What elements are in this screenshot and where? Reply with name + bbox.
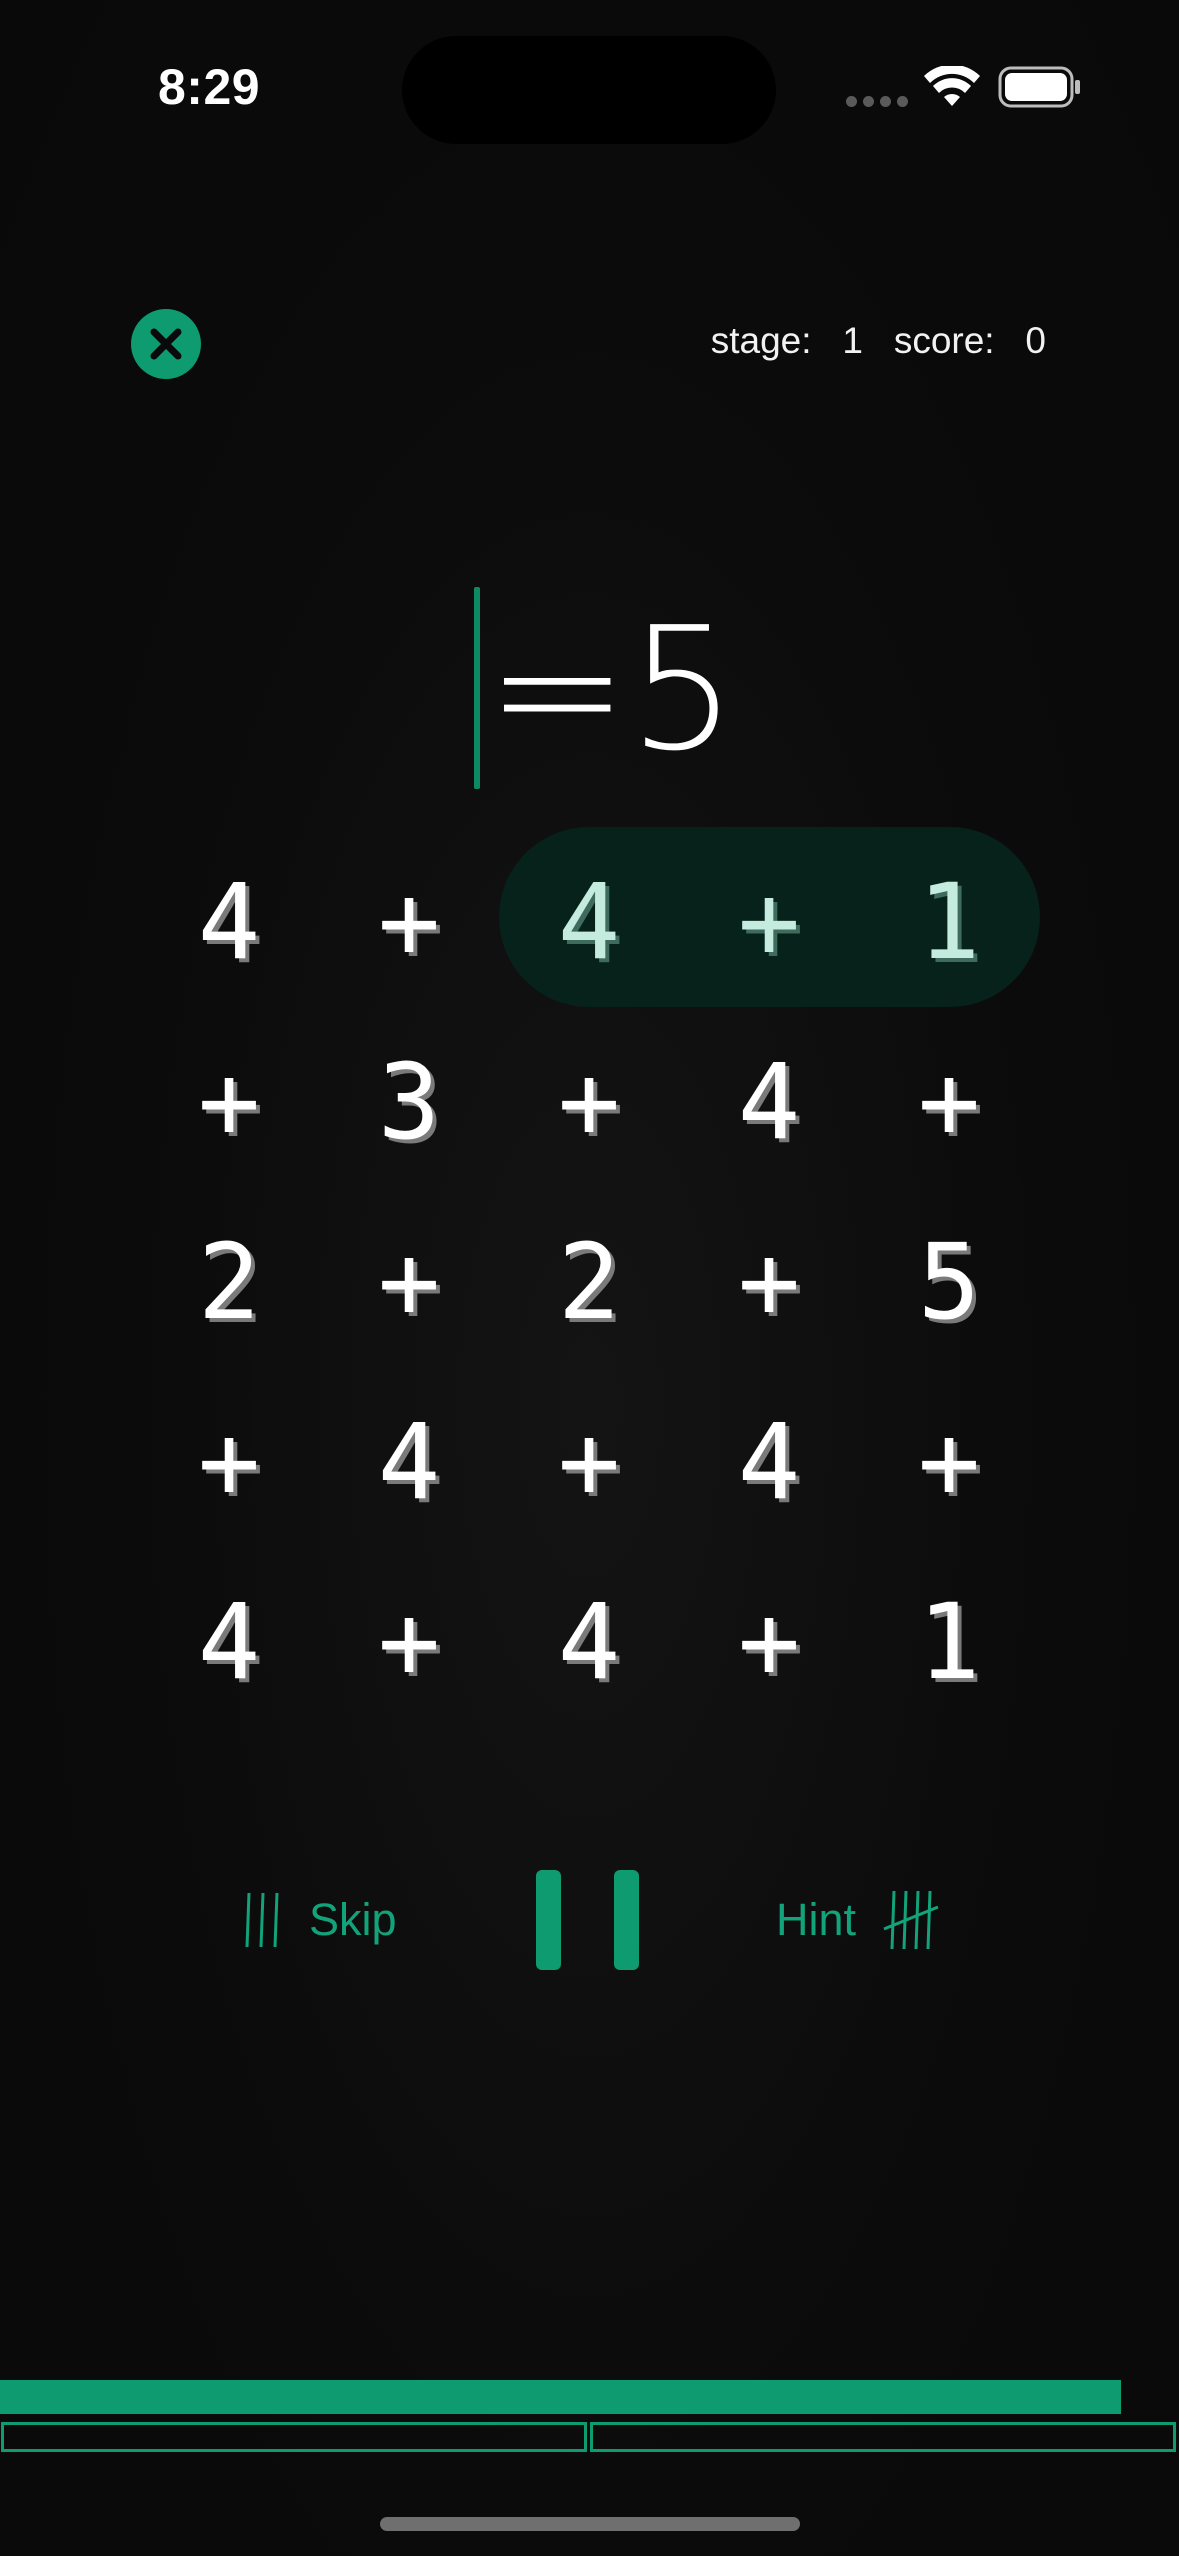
hint-label: Hint <box>776 1894 857 1945</box>
grid-cell[interactable]: 4 <box>159 1572 299 1712</box>
tally-five-icon <box>883 1890 939 1950</box>
grid-cell[interactable]: + <box>699 1212 839 1352</box>
number-grid: 4 +4 +1 +3 +4 +2 +2 +5 +4 +4 +4 +4 +1 <box>0 0 1179 2556</box>
grid-cell[interactable]: 4 <box>339 1392 479 1532</box>
skip-button[interactable]: Skip <box>243 1870 397 1970</box>
grid-cell[interactable]: + <box>879 1392 1019 1532</box>
grid-cell[interactable]: 4 <box>699 1032 839 1172</box>
time-progress-fill <box>0 2380 1121 2414</box>
grid-cell[interactable]: 3 <box>339 1032 479 1172</box>
grid-cell[interactable]: 2 <box>159 1212 299 1352</box>
grid-cell[interactable]: + <box>519 1392 659 1532</box>
grid-cell[interactable]: + <box>699 1572 839 1712</box>
stage-segment <box>590 2422 1176 2452</box>
pause-button[interactable] <box>536 1870 640 1970</box>
tally-three-icon <box>245 1892 279 1948</box>
grid-cell[interactable]: + <box>339 1212 479 1352</box>
grid-cell[interactable]: + <box>339 852 479 992</box>
grid-cell[interactable]: 2 <box>519 1212 659 1352</box>
grid-cell[interactable]: + <box>879 1032 1019 1172</box>
home-indicator[interactable] <box>380 2517 800 2531</box>
grid-cell[interactable]: + <box>699 852 839 992</box>
grid-cell[interactable]: + <box>159 1032 299 1172</box>
grid-cell[interactable]: 1 <box>879 1572 1019 1712</box>
grid-cell[interactable]: 1 <box>879 852 1019 992</box>
grid-cell[interactable]: + <box>519 1032 659 1172</box>
grid-cell[interactable]: 4 <box>519 1572 659 1712</box>
pause-icon <box>536 1870 561 1970</box>
grid-cell[interactable]: + <box>159 1392 299 1532</box>
time-progress-bar <box>0 2380 1179 2414</box>
skip-label: Skip <box>309 1894 397 1945</box>
grid-cell[interactable]: 4 <box>699 1392 839 1532</box>
hint-button[interactable]: Hint <box>776 1870 940 1970</box>
stage-segment <box>1 2422 587 2452</box>
grid-cell[interactable]: + <box>339 1572 479 1712</box>
grid-cell[interactable]: 5 <box>879 1212 1019 1352</box>
grid-cell[interactable]: 4 <box>159 852 299 992</box>
grid-cell[interactable]: 4 <box>519 852 659 992</box>
